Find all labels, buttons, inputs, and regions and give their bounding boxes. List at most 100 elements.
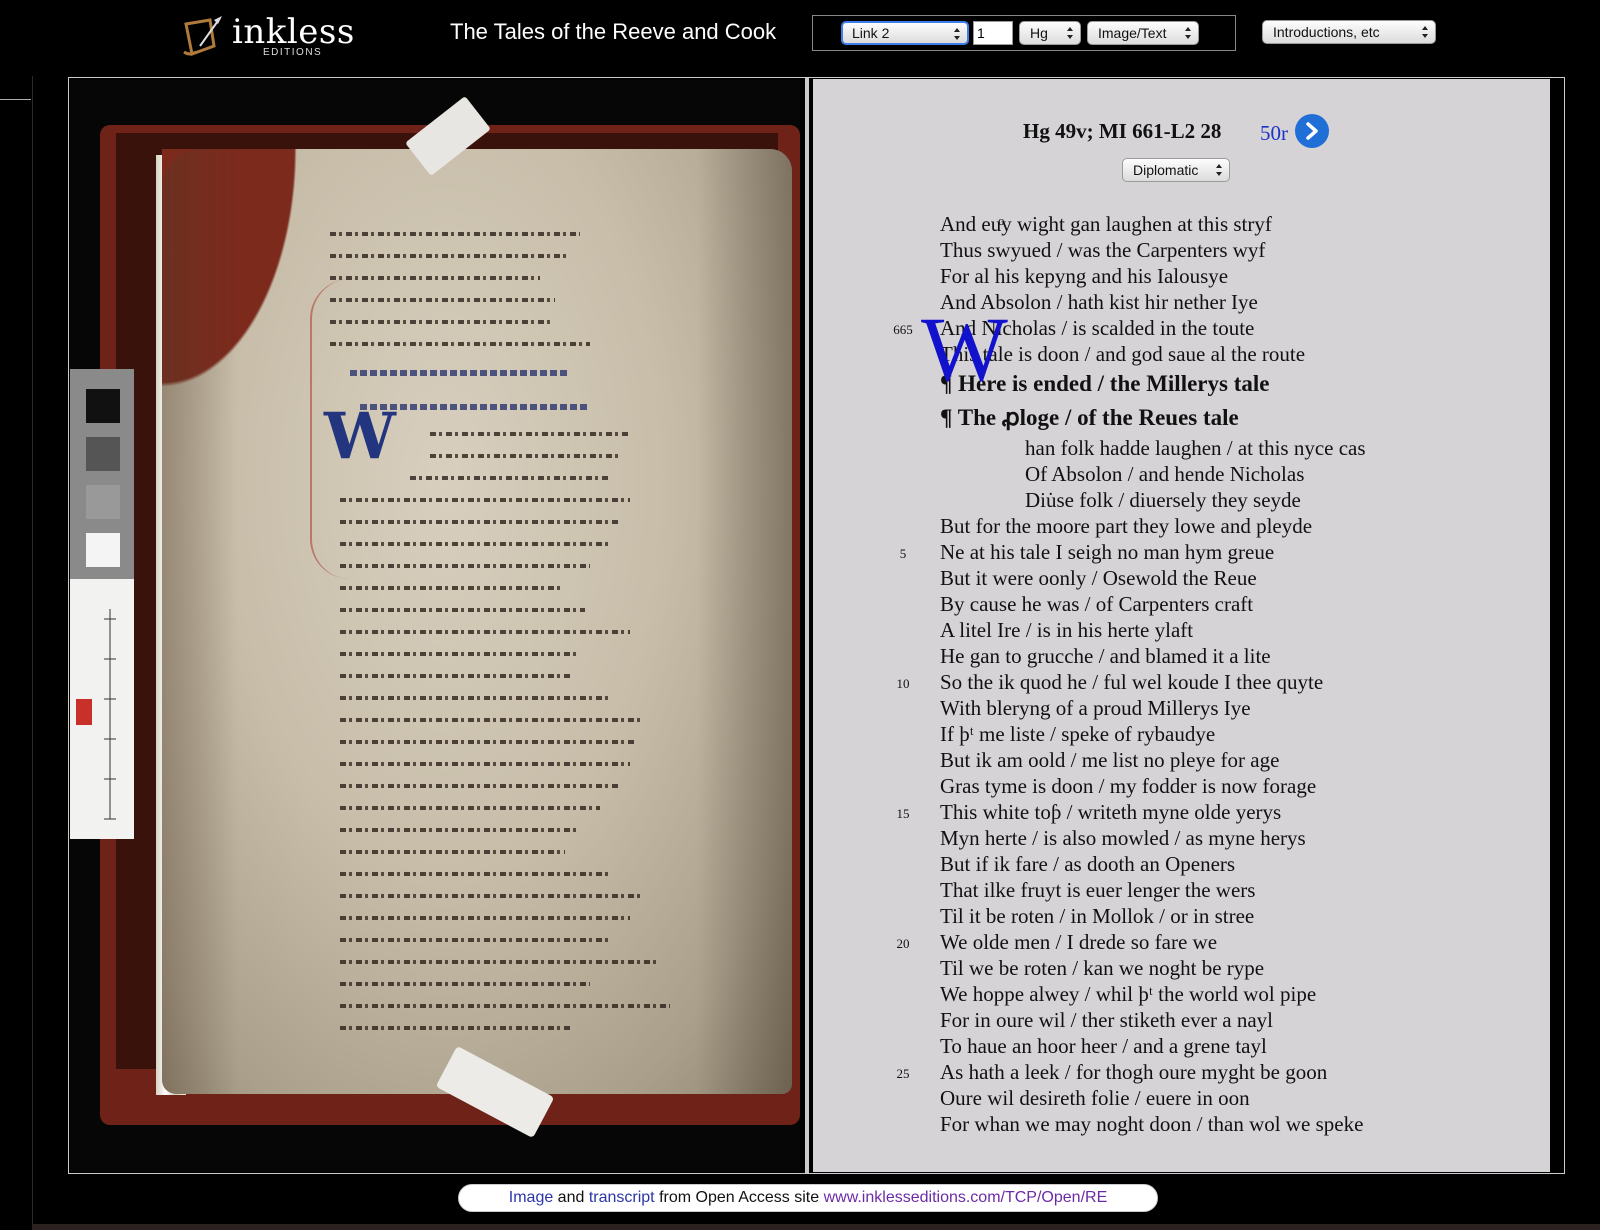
bottom-strip: [32, 1224, 1600, 1230]
logo[interactable]: inkless EDITIONS: [180, 12, 360, 60]
verse-text: A litel Ire / is in his herte ylaft: [940, 618, 1194, 642]
link-select[interactable]: Link 2: [841, 21, 969, 45]
ink-line: [320, 290, 700, 312]
ink-line: [320, 556, 700, 578]
up-down-arrows-icon: [954, 28, 960, 40]
viewer: W Hg 49v; MI 661-L2 28 50r Diplomatic An…: [68, 77, 1565, 1174]
next-page-button[interactable]: [1295, 114, 1329, 148]
next-folio-link[interactable]: 50r: [1260, 121, 1288, 146]
ink-line: [320, 224, 700, 246]
ink-line: [320, 578, 700, 600]
verse-line: But if ik fare / as dooth an Openers: [813, 851, 1550, 877]
verse-text: He gan to grucche / and blamed it a lite: [940, 644, 1271, 668]
verse-line: Oure wil desireth folie / euere in oon: [813, 1085, 1550, 1111]
transcript-link[interactable]: transcript: [589, 1189, 655, 1206]
verse-text: But ik am oold / me list no pleye for ag…: [940, 748, 1280, 772]
transcription-type-select[interactable]: Diplomatic: [1122, 158, 1230, 182]
verse-text: By cause he was / of Carpenters craft: [940, 592, 1254, 616]
manuscript-image-panel[interactable]: W: [70, 79, 800, 1172]
verse-line: And euͦy wight gan laughen at this stryf: [813, 211, 1550, 237]
ink-heading-line: [320, 356, 700, 390]
verse-line: 20 We olde men / I drede so fare we: [813, 929, 1550, 955]
ink-line: [320, 908, 700, 930]
verse-text: If þᵗ me liste / speke of rybaudye: [940, 722, 1216, 746]
verse-text: Thus swyued / was the Carpenters wyf: [940, 238, 1266, 262]
verse-text: For al his kepyng and his Ialousye: [940, 264, 1229, 288]
verse-line: Myn herte / is also mowled / as myne her…: [813, 825, 1550, 851]
ink-line: [320, 930, 700, 952]
verse-line: But for the moore part they lowe and ple…: [813, 513, 1550, 539]
verse-text: Of Absolon / and hende Nicholas: [1025, 462, 1305, 486]
folio-heading: Hg 49v; MI 661-L2 28: [1023, 119, 1222, 143]
manuscript-select[interactable]: Hg: [1019, 21, 1081, 45]
verse-line: 5 Ne at his tale I seigh no man hym greue: [813, 539, 1550, 565]
view-mode-select[interactable]: Image/Text: [1087, 21, 1199, 45]
verse-heading: ¶ The ꝓloge / of the Reues tale: [813, 401, 1550, 435]
ink-line: [320, 246, 700, 268]
verse-line: 15 This white toƥ / writeth myne olde yer…: [813, 799, 1550, 825]
verse-line: 25 As hath a leek / for thogh oure myght …: [813, 1059, 1550, 1085]
drop-cap: W: [921, 298, 1008, 400]
verse-text: For in oure wil / ther stiketh ever a na…: [940, 1008, 1273, 1032]
verse-text: Ne at his tale I seigh no man hym greue: [940, 540, 1275, 564]
footer-credit: Image and transcript from Open Access si…: [458, 1184, 1158, 1212]
ink-line: [320, 644, 700, 666]
up-down-arrows-icon: [1422, 26, 1428, 38]
verse-line: A litel Ire / is in his herte ylaft: [813, 617, 1550, 643]
ink-line: [320, 666, 700, 688]
verse-text: But for the moore part they lowe and ple…: [940, 514, 1313, 538]
ink-line: [320, 754, 700, 776]
swatch-black: [86, 389, 120, 423]
ink-line: [320, 512, 700, 534]
navigation-controls: Link 2 1 Hg Image/Text: [812, 15, 1236, 51]
introductions-select[interactable]: Introductions, etc: [1262, 20, 1436, 44]
ink-line: [320, 996, 700, 1018]
ink-line: [320, 446, 700, 468]
verse-text: Myn herte / is also mowled / as myne her…: [940, 826, 1306, 850]
page-title: The Tales of the Reeve and Cook: [450, 19, 777, 44]
verse-line: But ik am oold / me list no pleye for ag…: [813, 747, 1550, 773]
line-number-input[interactable]: 1: [973, 21, 1013, 45]
verse-line: 10 So the ik quod he / ful wel koude I th…: [813, 669, 1550, 695]
swatch-white: [86, 533, 120, 567]
ink-line: [320, 312, 700, 334]
verse-text: We olde men / I drede so fare we: [940, 930, 1218, 954]
verse-line: By cause he was / of Carpenters craft: [813, 591, 1550, 617]
ink-line: [320, 1018, 700, 1040]
verse-line: For al his kepyng and his Ialousye: [813, 263, 1550, 289]
line-number: 5: [899, 546, 907, 561]
line-number: 665: [893, 322, 913, 337]
verse-text: We hoppe alwey / whil þᵗ the world wol p…: [940, 982, 1317, 1006]
ink-line: [320, 952, 700, 974]
footer-from-text: from Open Access site: [654, 1189, 824, 1206]
verse-text: ¶ The ꝓloge / of the Reues tale: [940, 405, 1239, 430]
ink-line: [320, 622, 700, 644]
up-down-arrows-icon: [1216, 164, 1222, 176]
verse-text: To haue an hoor heer / and a grene tayl: [940, 1034, 1267, 1058]
open-access-site-link[interactable]: www.inklesseditions.com/TCP/Open/RE: [824, 1189, 1108, 1206]
ink-heading-line: [320, 390, 700, 424]
verse-line: He gan to grucche / and blamed it a lite: [813, 643, 1550, 669]
verse-text: This white toƥ / writeth myne olde yerys: [940, 800, 1282, 824]
transcription-type-value: Diplomatic: [1133, 162, 1199, 178]
ink-line: [320, 688, 700, 710]
ink-line: [320, 600, 700, 622]
ink-line: [320, 468, 700, 490]
verse-line: Til it be roten / in Mollok / or in stre…: [813, 903, 1550, 929]
ink-line: [320, 490, 700, 512]
verse-text: But if ik fare / as dooth an Openers: [940, 852, 1236, 876]
verse-line: For in oure wil / ther stiketh ever a na…: [813, 1007, 1550, 1033]
image-link[interactable]: Image: [509, 1189, 553, 1206]
up-down-arrows-icon: [1067, 27, 1073, 39]
verse-text: For whan we may noght doon / than wol we…: [940, 1112, 1364, 1136]
verse-line: If þᵗ me liste / speke of rybaudye: [813, 721, 1550, 747]
verse-text: Til it be roten / in Mollok / or in stre…: [940, 904, 1255, 928]
verse-text: As hath a leek / for thogh oure myght be…: [940, 1060, 1328, 1084]
introductions-select-value: Introductions, etc: [1273, 24, 1380, 40]
verse-text: han folk hadde laughen / at this nyce ca…: [1025, 436, 1366, 460]
panel-divider[interactable]: [805, 78, 809, 1173]
ink-line: [320, 710, 700, 732]
ruler-ticks: [104, 609, 116, 820]
verse-line: Thus swyued / was the Carpenters wyf: [813, 237, 1550, 263]
transcription-panel: Hg 49v; MI 661-L2 28 50r Diplomatic And …: [813, 79, 1550, 1172]
